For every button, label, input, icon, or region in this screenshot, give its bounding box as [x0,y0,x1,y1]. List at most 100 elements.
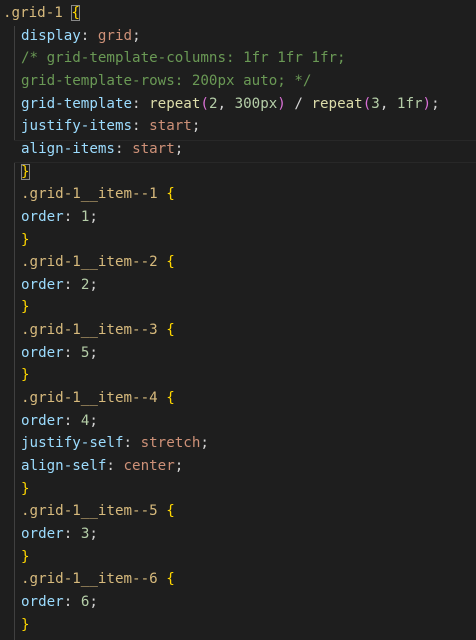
code-token: : [63,593,81,610]
code-text: } [21,478,30,501]
code-token: order [21,208,64,225]
code-token: { [166,503,175,520]
code-token: } [21,367,30,384]
code-token: .grid-1__item--4 [21,390,158,407]
code-token: center [123,458,175,474]
code-text: .grid-1__item--6 { [21,568,175,591]
code-token: align-items [21,140,115,157]
code-token: ( [362,95,372,112]
code-token: .grid-1__item--3 [21,322,158,339]
code-token: 3 [371,95,380,112]
code-token: : [63,208,81,225]
code-token: : [63,276,81,293]
code-token: ) [277,95,286,112]
code-token: repeat [311,95,363,112]
code-text: } [21,161,30,184]
code-token: ; [431,95,440,112]
code-token: .grid-1__item--6 [21,571,158,588]
code-token: } [21,616,30,633]
code-token: { [166,254,175,271]
code-token: order [21,276,64,293]
code-text: justify-items: start; [21,115,200,138]
code-token: : [63,525,81,542]
code-token: ; [89,276,98,293]
code-editor[interactable]: .grid-1 {display: grid;/* grid-template-… [0,0,476,640]
code-text: .grid-1__item--1 { [21,183,175,206]
code-token: order [21,525,64,542]
code-token: } [21,480,30,497]
code-token: 1fr [396,95,423,112]
code-token: repeat [149,95,201,112]
code-token: ; [89,208,98,225]
code-token: , [379,95,397,112]
code-text: justify-self: stretch; [21,432,209,455]
code-text: grid-template: repeat(2, 300px) / repeat… [21,93,440,116]
code-token: : [114,140,133,157]
code-text: align-self: center; [21,455,183,478]
code-token: : [123,435,141,452]
code-text: } [21,614,30,637]
code-text: order: 4; [21,410,98,433]
code-text: align-items: start; [21,138,183,161]
code-token: ; [89,412,98,429]
code-token: ; [174,458,184,474]
code-token: } [21,231,30,248]
code-text: order: 5; [21,342,98,365]
code-token: justify-self [21,435,124,452]
code-token: } [21,548,30,565]
code-token: ; [89,344,98,361]
code-token: ; [132,27,141,44]
code-text: } [21,296,30,319]
code-token: grid [97,27,133,44]
code-text: /* grid-template-columns: 1fr 1fr 1fr; [21,47,346,70]
code-text: } [21,364,30,387]
code-text: .grid-1__item--5 { [21,500,175,523]
code-token: : [132,95,150,112]
code-token: } [21,163,30,180]
code-token: .grid-1 [3,5,63,21]
code-token: align-self [21,458,107,474]
code-text: .grid-1__item--2 { [21,251,175,274]
code-text: } [21,229,30,252]
code-token: { [166,322,175,339]
code-token: ; [174,140,184,157]
code-token: order [21,344,64,361]
code-token: 300px [234,95,278,112]
code-token: grid-template-rows: 200px auto; */ [21,72,312,89]
code-token: justify-items [21,118,133,135]
code-text: grid-template-rows: 200px auto; */ [21,70,311,93]
code-text: .grid-1__item--4 { [21,387,175,410]
code-text: order: 2; [21,274,98,297]
code-text: .grid-1 { [3,2,80,25]
code-text: display: grid; [21,25,141,48]
code-token: ; [89,593,98,610]
code-token: / [285,95,312,112]
code-token: .grid-1__item--1 [21,186,158,203]
code-token: , [217,95,235,112]
code-token: { [71,5,80,21]
code-token: : [63,344,81,361]
code-token: start [132,140,175,157]
code-token: start [149,118,192,135]
code-token: { [166,571,175,588]
code-text: order: 1; [21,206,98,229]
code-text: order: 6; [21,591,98,614]
code-token: } [21,299,30,316]
code-token: order [21,412,64,429]
code-text: } [21,546,30,569]
code-token: { [166,186,175,203]
code-token: display [21,27,81,44]
code-token: ; [89,525,98,542]
code-token: : [80,27,98,44]
code-token: ; [200,435,209,452]
code-text: order: 3; [21,523,98,546]
code-token: /* grid-template-columns: 1fr 1fr 1fr; [21,50,346,67]
code-token: order [21,593,64,610]
code-token: : [63,412,81,429]
code-token: ) [422,95,432,112]
